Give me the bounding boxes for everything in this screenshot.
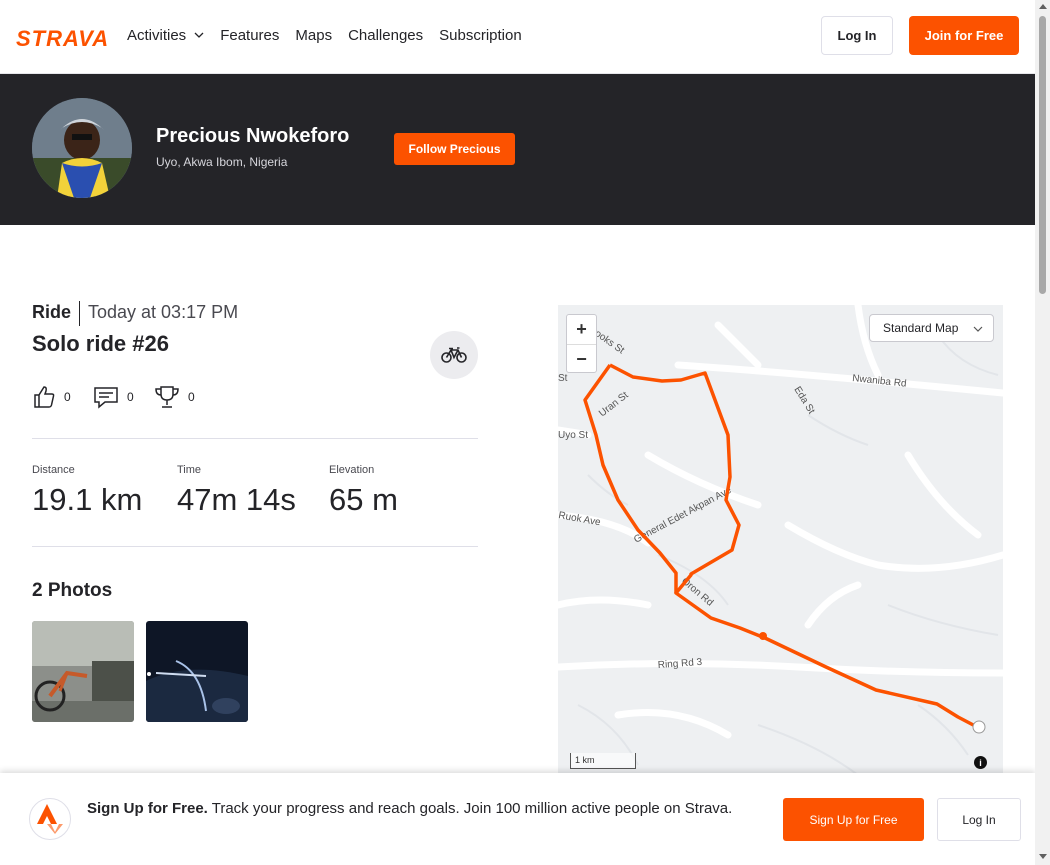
- activity-photo[interactable]: [146, 621, 248, 722]
- chevron-down-icon: [973, 326, 983, 332]
- login-button[interactable]: Log In: [821, 16, 893, 55]
- nav-features[interactable]: Features: [220, 24, 279, 46]
- trophy-icon: [155, 386, 179, 408]
- stat-time-label: Time: [177, 464, 202, 476]
- photos-title: 2 Photos: [32, 580, 113, 601]
- nav-activities-label: Activities: [127, 26, 187, 44]
- top-nav: STRAVA Activities Features Maps Challeng…: [0, 0, 1035, 74]
- zoom-control: + −: [566, 314, 597, 373]
- map-canvas: Brooks St Nwaniba Rd Uran St Eda St St U…: [558, 305, 1003, 775]
- strava-logo-icon: [29, 798, 71, 840]
- signup-button[interactable]: Sign Up for Free: [783, 798, 924, 841]
- avatar-image: [32, 98, 132, 198]
- route-map[interactable]: Brooks St Nwaniba Rd Uran St Eda St St U…: [558, 305, 1003, 775]
- strava-chevron-icon: [37, 804, 63, 834]
- comments-button[interactable]: 0: [93, 385, 134, 409]
- signup-banner: Sign Up for Free. Track your progress an…: [0, 773, 1035, 865]
- comments-count: 0: [127, 390, 134, 404]
- stat-distance-label: Distance: [32, 464, 75, 476]
- stat-distance-value: 19.1 km: [32, 482, 143, 517]
- activity-photo[interactable]: [32, 621, 134, 722]
- follow-button[interactable]: Follow Precious: [394, 133, 515, 165]
- achievements-count: 0: [188, 390, 195, 404]
- activity-title: Solo ride #26: [32, 331, 169, 356]
- banner-text: Sign Up for Free. Track your progress an…: [87, 798, 757, 820]
- strava-logo[interactable]: STRAVA: [16, 26, 109, 52]
- athlete-avatar[interactable]: [32, 98, 132, 198]
- activity-type: Ride: [32, 302, 72, 322]
- kudos-count: 0: [64, 390, 71, 404]
- athlete-location: Uyo, Akwa Ibom, Nigeria: [156, 155, 288, 169]
- map-type-select[interactable]: Standard Map: [869, 314, 994, 342]
- divider: [32, 438, 478, 439]
- street-label: Uyo St: [558, 430, 588, 441]
- banner-bold-text: Sign Up for Free.: [87, 800, 208, 817]
- photo-bike: [32, 621, 134, 722]
- info-icon[interactable]: i: [974, 756, 987, 769]
- page-scrollbar[interactable]: [1035, 0, 1050, 865]
- chevron-down-icon: [194, 32, 204, 38]
- zoom-out-button[interactable]: −: [567, 345, 596, 374]
- banner-body-text: Track your progress and reach goals. Joi…: [207, 800, 733, 817]
- stat-time-value: 47m 14s: [177, 482, 296, 517]
- activity-date: Today at 03:17 PM: [88, 302, 239, 322]
- athlete-name[interactable]: Precious Nwokeforo: [156, 125, 349, 148]
- stat-elevation-label: Elevation: [329, 464, 375, 476]
- scroll-down-icon[interactable]: [1039, 854, 1047, 859]
- zoom-in-button[interactable]: +: [567, 315, 596, 344]
- join-button[interactable]: Join for Free: [909, 16, 1019, 55]
- photo-night: [146, 621, 248, 722]
- nav-maps[interactable]: Maps: [295, 24, 332, 46]
- route-marker: [759, 632, 767, 640]
- banner-login-button[interactable]: Log In: [937, 798, 1021, 841]
- nav-subscription[interactable]: Subscription: [439, 24, 522, 46]
- nav-activities[interactable]: Activities: [127, 24, 204, 46]
- nav-links: Activities Features Maps Challenges Subs…: [127, 24, 538, 46]
- map-scale: 1 km: [570, 753, 636, 769]
- map-type-label: Standard Map: [883, 321, 959, 335]
- divider: [79, 301, 80, 326]
- divider: [32, 546, 478, 547]
- nav-challenges[interactable]: Challenges: [348, 24, 423, 46]
- kudos-button[interactable]: 0: [32, 385, 71, 409]
- scroll-up-icon[interactable]: [1039, 4, 1047, 9]
- street-label: St: [558, 373, 568, 384]
- comment-icon: [94, 387, 118, 409]
- sport-badge: [430, 331, 478, 379]
- route-end-marker: [972, 720, 986, 734]
- bike-icon: [441, 347, 467, 363]
- achievements-button[interactable]: 0: [154, 385, 195, 409]
- thumbs-up-icon: [34, 386, 55, 408]
- athlete-header: Precious Nwokeforo Uyo, Akwa Ibom, Niger…: [0, 74, 1035, 225]
- stat-elevation-value: 65 m: [329, 482, 398, 517]
- scrollbar-thumb[interactable]: [1039, 16, 1046, 294]
